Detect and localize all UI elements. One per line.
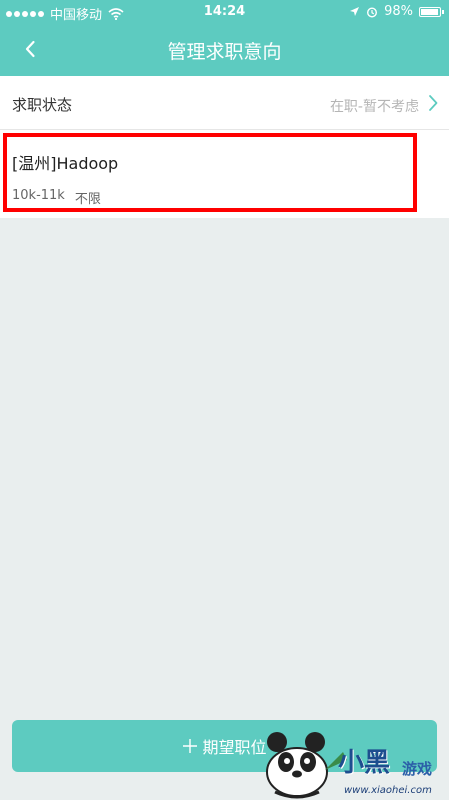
status-bar: 中国移动 14:24 98% [0, 0, 449, 24]
location-arrow-icon [350, 7, 360, 16]
alarm-icon [367, 6, 378, 18]
battery-percent: 98% [384, 4, 413, 19]
nav-bar: 管理求职意向 [0, 24, 449, 76]
job-status-row[interactable]: 求职状态 在职-暂不考虑 [0, 76, 449, 130]
watermark-game: 游戏 [402, 760, 433, 778]
chevron-right-icon [429, 95, 438, 111]
watermark-url: www.xiaohei.com [344, 785, 432, 796]
highlight-box [3, 133, 417, 212]
watermark-name: 小黑 [338, 748, 391, 778]
plus-icon [183, 739, 198, 753]
page-title: 管理求职意向 [167, 41, 282, 63]
status-right: 98% [349, 4, 444, 19]
app-header: 中国移动 14:24 98% 管理求职意向 [0, 0, 449, 76]
job-status-value: 在职-暂不考虑 [329, 99, 419, 115]
battery-icon [419, 6, 444, 17]
job-status-label: 求职状态 [12, 96, 73, 114]
